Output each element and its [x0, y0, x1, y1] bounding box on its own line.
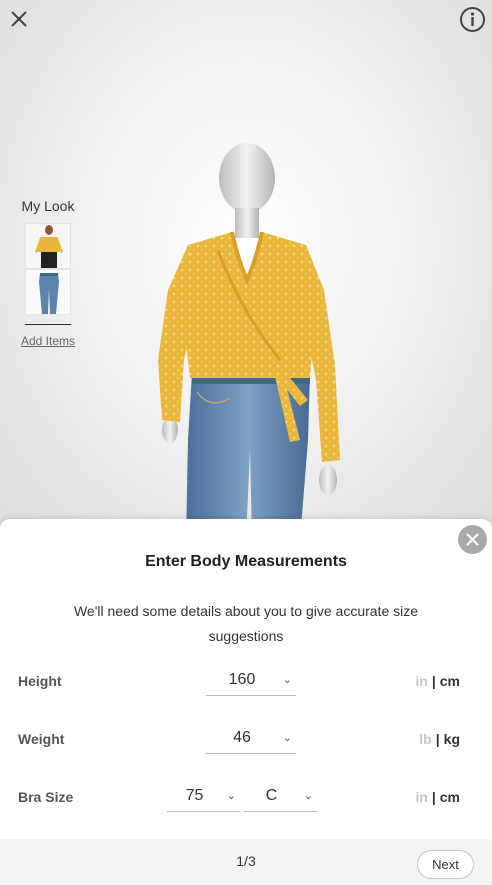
weight-unit-toggle: lb | kg: [419, 731, 460, 747]
chevron-down-icon: ⌄: [226, 790, 236, 802]
weight-row: Weight 46 ⌄ lb | kg: [0, 724, 492, 754]
weight-select[interactable]: 46 ⌄: [206, 724, 296, 754]
chevron-down-icon: ⌄: [282, 674, 292, 686]
chevron-down-icon: ⌄: [282, 732, 292, 744]
next-button[interactable]: Next: [417, 850, 474, 879]
weight-label: Weight: [18, 731, 65, 747]
unit-in-option[interactable]: in: [415, 673, 427, 689]
close-icon[interactable]: [8, 8, 30, 30]
my-look-title: My Look: [21, 198, 75, 214]
close-sheet-icon[interactable]: [458, 525, 487, 554]
bra-size-row: Bra Size 75 ⌄ C ⌄ in | cm: [0, 782, 492, 812]
band-size-select[interactable]: 75 ⌄: [167, 782, 240, 812]
thumbnail-divider: [25, 324, 71, 325]
bra-unit-toggle: in | cm: [415, 789, 460, 805]
cup-size-select[interactable]: C ⌄: [244, 782, 317, 812]
height-select[interactable]: 160 ⌄: [206, 666, 296, 696]
body-measurements-sheet: Enter Body Measurements We'll need some …: [0, 519, 492, 885]
my-look-panel: My Look Add Items: [14, 198, 82, 348]
height-unit-toggle: in | cm: [415, 673, 460, 689]
sheet-footer: 1/3 Next: [0, 839, 492, 885]
fitting-room-viewer: My Look Add Items: [0, 0, 492, 540]
bra-size-label: Bra Size: [18, 789, 74, 805]
yellow-wrap-top-thumbnail[interactable]: [25, 223, 71, 269]
unit-cm-option[interactable]: cm: [440, 789, 460, 805]
sheet-title: Enter Body Measurements: [145, 553, 347, 570]
unit-kg-option[interactable]: kg: [444, 731, 460, 747]
mannequin-preview: [140, 140, 360, 540]
sheet-description: We'll need some details about you to giv…: [73, 603, 419, 644]
add-items-link[interactable]: Add Items: [14, 334, 82, 348]
unit-cm-option[interactable]: cm: [440, 673, 460, 689]
unit-in-option[interactable]: in: [415, 789, 427, 805]
unit-lb-option[interactable]: lb: [419, 731, 431, 747]
jeans-thumbnail[interactable]: [25, 269, 71, 315]
chevron-down-icon: ⌄: [303, 790, 313, 802]
height-label: Height: [18, 673, 62, 689]
info-icon[interactable]: [459, 6, 486, 33]
height-row: Height 160 ⌄ in | cm: [0, 666, 492, 696]
